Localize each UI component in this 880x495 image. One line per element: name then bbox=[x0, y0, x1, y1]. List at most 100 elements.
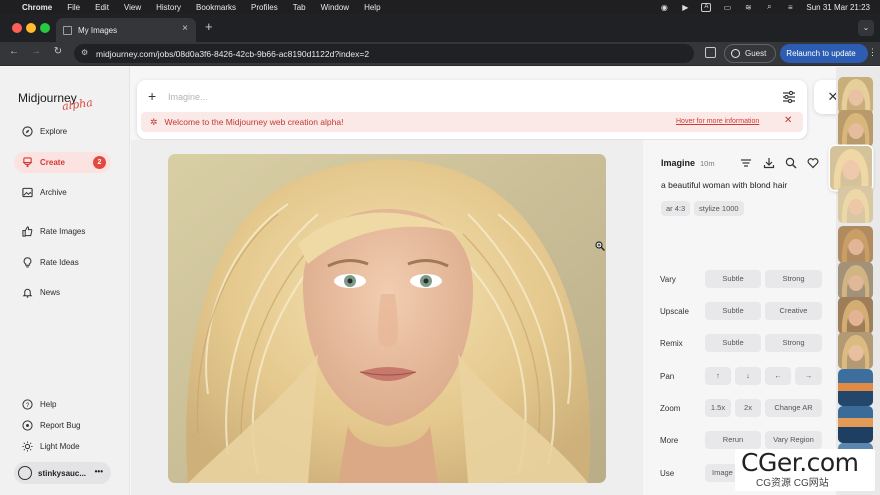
job-type-label: Imagine bbox=[661, 158, 696, 168]
minimize-window-icon[interactable] bbox=[26, 23, 36, 33]
list-icon[interactable] bbox=[740, 157, 752, 169]
thumbnail[interactable] bbox=[838, 297, 873, 334]
zoom-1-5x-button[interactable]: 1.5x bbox=[705, 399, 731, 417]
imagine-input[interactable] bbox=[162, 89, 702, 105]
pan-down-button[interactable]: ↓ bbox=[735, 367, 761, 385]
user-account-button[interactable]: stinkysauc... ••• bbox=[14, 462, 111, 484]
svg-text:?: ? bbox=[25, 402, 29, 409]
sidebar-item-report-bug[interactable]: Report Bug bbox=[14, 415, 111, 436]
remix-strong-button[interactable]: Strong bbox=[765, 334, 822, 352]
thumbnail[interactable] bbox=[838, 186, 873, 223]
upscale-subtle-button[interactable]: Subtle bbox=[705, 302, 761, 320]
menu-help[interactable]: Help bbox=[364, 3, 380, 12]
pan-up-button[interactable]: ↑ bbox=[705, 367, 731, 385]
fullscreen-window-icon[interactable] bbox=[40, 23, 50, 33]
tab-search-icon[interactable]: ⌄ bbox=[858, 20, 874, 36]
menu-edit[interactable]: Edit bbox=[95, 3, 109, 12]
compass-icon bbox=[21, 126, 33, 138]
vary-subtle-button[interactable]: Subtle bbox=[705, 270, 761, 288]
parameter-tag[interactable]: stylize 1000 bbox=[694, 201, 744, 216]
profile-button[interactable]: Guest bbox=[724, 44, 776, 63]
thumbnail[interactable] bbox=[838, 110, 873, 147]
menu-window[interactable]: Window bbox=[321, 3, 349, 12]
thumbnail[interactable] bbox=[838, 406, 873, 443]
vary-strong-button[interactable]: Strong bbox=[765, 270, 822, 288]
chrome-menu-icon[interactable]: ⋮ bbox=[868, 47, 877, 58]
banner-text: Welcome to the Midjourney web creation a… bbox=[164, 117, 344, 127]
sparkle-icon: ✲ bbox=[150, 116, 158, 127]
profile-label: Guest bbox=[745, 49, 767, 58]
sidebar-item-rate-ideas[interactable]: Rate Ideas bbox=[14, 252, 111, 273]
pan-label: Pan bbox=[660, 372, 675, 381]
create-count-badge: 2 bbox=[93, 156, 106, 169]
sidebar-item-create[interactable]: Create 2 bbox=[14, 152, 111, 173]
change-ar-button[interactable]: Change AR bbox=[765, 399, 822, 417]
banner-close-icon[interactable]: ✕ bbox=[784, 115, 792, 126]
forward-arrow-icon[interactable]: → bbox=[29, 46, 43, 57]
play-icon[interactable]: ▶ bbox=[680, 3, 690, 12]
menu-view[interactable]: View bbox=[124, 3, 141, 12]
sidebar-item-help[interactable]: ? Help bbox=[14, 394, 111, 415]
address-bar[interactable]: ⚙ midjourney.com/jobs/08d0a3f6-8426-42cb… bbox=[74, 44, 694, 63]
zoom-in-cursor-icon bbox=[595, 241, 605, 251]
menu-profiles[interactable]: Profiles bbox=[251, 3, 278, 12]
relaunch-button[interactable]: Relaunch to update bbox=[780, 44, 868, 63]
thumbnail[interactable] bbox=[838, 369, 873, 406]
side-panel-icon[interactable] bbox=[705, 47, 716, 58]
tab-close-icon[interactable]: × bbox=[182, 23, 188, 34]
zoom-2x-button[interactable]: 2x bbox=[735, 399, 761, 417]
menu-bar-status-area: ◉ ▶ A ▭ ≋ ⌕ ≡ Sun 31 Mar 21:23 bbox=[659, 0, 870, 14]
sidebar-item-news[interactable]: News bbox=[14, 282, 111, 303]
remix-subtle-button[interactable]: Subtle bbox=[705, 334, 761, 352]
upscale-creative-button[interactable]: Creative bbox=[765, 302, 822, 320]
more-options-icon[interactable]: ••• bbox=[95, 467, 103, 476]
thumbnail[interactable] bbox=[838, 77, 873, 114]
input-source-indicator[interactable]: A bbox=[701, 2, 712, 12]
menu-bookmarks[interactable]: Bookmarks bbox=[196, 3, 236, 12]
prompt-text[interactable]: a beautiful woman with blond hair bbox=[661, 180, 787, 190]
search-icon[interactable] bbox=[785, 157, 797, 169]
spotlight-icon[interactable]: ⌕ bbox=[764, 2, 774, 12]
site-info-icon[interactable]: ⚙ bbox=[81, 48, 91, 58]
settings-sliders-icon[interactable] bbox=[782, 90, 796, 104]
menu-file[interactable]: File bbox=[67, 3, 80, 12]
thumbs-up-icon bbox=[21, 226, 33, 238]
back-arrow-icon[interactable]: ← bbox=[7, 46, 21, 57]
wifi-icon[interactable]: ≋ bbox=[743, 3, 753, 12]
menu-history[interactable]: History bbox=[156, 3, 181, 12]
heart-icon[interactable] bbox=[807, 157, 819, 169]
close-window-icon[interactable] bbox=[12, 23, 22, 33]
rerun-button[interactable]: Rerun bbox=[705, 431, 761, 449]
thumbnail-selected[interactable] bbox=[830, 146, 872, 190]
control-center-icon[interactable]: ≡ bbox=[785, 3, 795, 12]
sidebar-item-explore[interactable]: Explore bbox=[14, 121, 111, 142]
add-image-icon[interactable]: + bbox=[148, 88, 156, 104]
bell-icon bbox=[21, 287, 33, 299]
reload-icon[interactable]: ↻ bbox=[51, 46, 65, 57]
job-time: 10m bbox=[700, 159, 715, 168]
sidebar-item-label: Light Mode bbox=[40, 442, 80, 451]
menu-bar-clock[interactable]: Sun 31 Mar 21:23 bbox=[806, 3, 870, 12]
record-icon[interactable]: ◉ bbox=[659, 3, 669, 12]
sidebar-item-label: Archive bbox=[40, 188, 67, 197]
sidebar-item-archive[interactable]: Archive bbox=[14, 182, 111, 203]
sidebar-item-rate-images[interactable]: Rate Images bbox=[14, 221, 111, 242]
battery-icon[interactable]: ▭ bbox=[722, 3, 732, 12]
sidebar-item-light-mode[interactable]: Light Mode bbox=[14, 436, 111, 457]
thumbnail[interactable] bbox=[838, 332, 873, 369]
generated-image[interactable] bbox=[168, 154, 606, 483]
browser-tab[interactable]: My Images × bbox=[56, 18, 196, 42]
new-tab-icon[interactable]: + bbox=[205, 19, 213, 34]
pan-left-button[interactable]: ← bbox=[765, 367, 791, 385]
download-icon[interactable] bbox=[763, 157, 775, 169]
parameter-tag[interactable]: ar 4:3 bbox=[661, 201, 691, 216]
sidebar-item-label: Report Bug bbox=[40, 421, 81, 430]
banner-more-info-link[interactable]: Hover for more information bbox=[676, 118, 759, 125]
thumbnail[interactable] bbox=[838, 262, 873, 299]
pan-right-button[interactable]: → bbox=[795, 367, 822, 385]
menu-tab[interactable]: Tab bbox=[293, 3, 306, 12]
sidebar-item-label: News bbox=[40, 288, 61, 297]
thumbnail[interactable] bbox=[838, 226, 873, 263]
vary-region-button[interactable]: Vary Region bbox=[765, 431, 822, 449]
menu-chrome[interactable]: Chrome bbox=[22, 3, 52, 12]
